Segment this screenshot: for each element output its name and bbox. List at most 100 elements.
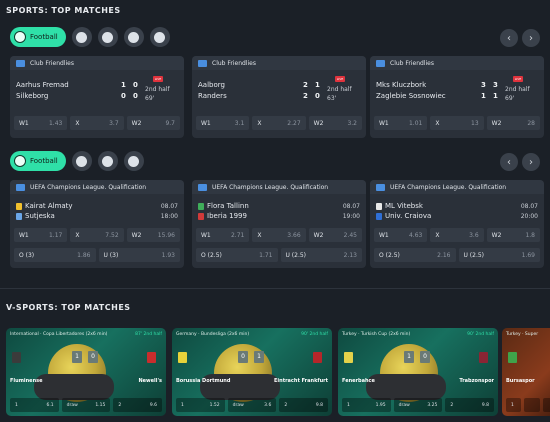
match-card[interactable]: Club Friendlies Mks Kluczbork Zaglebie Sos… bbox=[370, 56, 544, 138]
match-card[interactable]: UEFA Champions League. Qualification Flor… bbox=[192, 180, 366, 268]
vsport-odds-button[interactable]: draw 3.25 bbox=[393, 398, 443, 412]
score-home-total: 2 bbox=[303, 81, 308, 89]
vsport-odds-button[interactable]: draw 1.15 bbox=[61, 398, 111, 412]
tab-sport-3[interactable] bbox=[97, 27, 118, 47]
sport-ball-icon bbox=[128, 155, 140, 167]
totals-button[interactable]: O (3) 1.86 bbox=[14, 248, 96, 262]
tab-sport-3[interactable] bbox=[97, 151, 118, 171]
tab-sport-2[interactable] bbox=[71, 151, 92, 171]
tab-sport-4[interactable] bbox=[123, 27, 144, 47]
odds-label: 2 bbox=[450, 402, 454, 408]
odds-value: 13 bbox=[471, 119, 479, 127]
vsport-odds-button[interactable]: 2 9.6 bbox=[113, 398, 163, 412]
totals-button[interactable]: U (2.5) 2.13 bbox=[280, 248, 362, 262]
odds-button[interactable]: W2 15.96 bbox=[126, 228, 180, 242]
totals-button[interactable]: O (2.5) 2.16 bbox=[374, 248, 456, 262]
vsport-odds-button[interactable] bbox=[524, 398, 540, 412]
vsport-odds-button[interactable]: 1 1.52 bbox=[176, 398, 225, 412]
odds-button[interactable]: W1 4.63 bbox=[374, 228, 428, 242]
totals-button[interactable]: U (2.5) 1.69 bbox=[458, 248, 540, 262]
tab-sport-5[interactable] bbox=[149, 27, 170, 47]
vsport-live-status: 87' 2nd half bbox=[135, 332, 162, 337]
odds-button[interactable]: X 7.52 bbox=[70, 228, 124, 242]
score-home-half: 1 bbox=[315, 81, 320, 89]
odds-label: W2 bbox=[313, 119, 324, 127]
odds-button[interactable]: W2 2.45 bbox=[308, 228, 362, 242]
odds-button[interactable]: W2 9.7 bbox=[126, 116, 180, 130]
team-away: Zaglebie Sosnowiec bbox=[376, 92, 446, 100]
odds-label: 1 bbox=[347, 402, 350, 408]
match-card[interactable]: UEFA Champions League. Qualification Kair… bbox=[10, 180, 184, 268]
league-name: UEFA Champions League. Qualification bbox=[390, 183, 507, 191]
odds-value: 9.6 bbox=[149, 402, 158, 408]
vsport-score-away: 0 bbox=[88, 351, 98, 363]
team-shirt-icon bbox=[178, 352, 187, 363]
totals-button[interactable]: O (2.5) 1.71 bbox=[196, 248, 278, 262]
vsport-header: Germany · Bundesliga (2x6 min) 90' 2nd ha… bbox=[176, 332, 328, 337]
vsport-odds-button[interactable]: 1 1.95 bbox=[342, 398, 391, 412]
odds-button[interactable]: W2 3.2 bbox=[308, 116, 362, 130]
odds-button[interactable]: W1 1.43 bbox=[14, 116, 68, 130]
vsport-card[interactable]: Turkey · Turkish Cup (2x6 min) 90' 2nd ha… bbox=[338, 328, 498, 416]
odds-button[interactable]: X 3.66 bbox=[252, 228, 306, 242]
league-flag-icon bbox=[198, 183, 207, 191]
tab-sport-2[interactable] bbox=[71, 27, 92, 47]
card-header: UEFA Champions League. Qualification bbox=[10, 180, 184, 194]
odds-button[interactable]: W2 1.8 bbox=[486, 228, 540, 242]
sport-ball-icon bbox=[128, 31, 140, 43]
odds-value: 1.8 bbox=[525, 231, 535, 239]
prev-arrow-icon[interactable]: ‹ bbox=[500, 153, 518, 171]
prev-arrow-icon[interactable]: ‹ bbox=[500, 29, 518, 47]
tab-sport-4[interactable] bbox=[123, 151, 144, 171]
vsport-card[interactable]: Turkey · Super Bursaspor 1 bbox=[502, 328, 550, 416]
vsport-odds-button[interactable]: 2 9.8 bbox=[445, 398, 495, 412]
match-date: 08.07 bbox=[160, 203, 178, 210]
next-arrow-icon[interactable]: › bbox=[522, 29, 540, 47]
odds-button[interactable]: W1 1.17 bbox=[14, 228, 68, 242]
odds-label: W2 bbox=[313, 231, 324, 239]
odds-row: W1 1.43 X 3.7 W2 9.7 bbox=[14, 116, 180, 130]
next-arrow-icon[interactable]: › bbox=[522, 153, 540, 171]
odds-value: 1.95 bbox=[375, 402, 386, 408]
vsport-odds-button[interactable]: draw 3.6 bbox=[227, 398, 277, 412]
vsport-odds-button[interactable] bbox=[542, 398, 550, 412]
odds-button[interactable]: W1 3.1 bbox=[196, 116, 250, 130]
match-card[interactable]: Club Friendlies Aarhus Fremad Silkeborg 1 0 0… bbox=[10, 56, 184, 138]
odds-button[interactable]: W1 1.01 bbox=[374, 116, 428, 130]
tab-football[interactable]: Football bbox=[10, 27, 66, 47]
odds-row: W1 3.1 X 2.27 W2 3.2 bbox=[196, 116, 362, 130]
vsport-card[interactable]: International · Copa Libertadores (2x6 m… bbox=[6, 328, 166, 416]
totals-value: 2.13 bbox=[343, 251, 357, 259]
odds-button[interactable]: X 3.6 bbox=[430, 228, 484, 242]
odds-label: 1 bbox=[15, 402, 18, 408]
match-card[interactable]: UEFA Champions League. Qualification ML V… bbox=[370, 180, 544, 268]
vsport-odds-button[interactable]: 1 bbox=[506, 398, 522, 412]
odds-label: 1 bbox=[181, 402, 184, 408]
vsport-score-home: 1 bbox=[404, 351, 414, 363]
vsport-odds-button[interactable]: 1 6.1 bbox=[10, 398, 59, 412]
odds-button[interactable]: X 3.7 bbox=[70, 116, 124, 130]
totals-value: 1.93 bbox=[161, 251, 175, 259]
match-minute: 63' bbox=[327, 95, 337, 102]
odds-button[interactable]: X 2.27 bbox=[252, 116, 306, 130]
match-card[interactable]: Club Friendlies Aalborg Randers 2 1 2 0 LIVE 2nd… bbox=[192, 56, 366, 138]
team-home: ML Vitebsk bbox=[385, 202, 423, 210]
team-home: Flora Tallinn bbox=[207, 202, 249, 210]
team-home: Aarhus Fremad bbox=[16, 81, 69, 89]
team-home: Kairat Almaty bbox=[25, 202, 73, 210]
carousel-nav-1: ‹ › bbox=[500, 29, 540, 47]
odds-button[interactable]: W2 28 bbox=[486, 116, 540, 130]
odds-label: W2 bbox=[491, 119, 502, 127]
vsport-odds-button[interactable]: 2 9.8 bbox=[279, 398, 329, 412]
totals-button[interactable]: U (3) 1.93 bbox=[98, 248, 180, 262]
card-header: Club Friendlies bbox=[192, 56, 366, 70]
vsport-card[interactable]: Germany · Bundesliga (2x6 min) 90' 2nd ha… bbox=[172, 328, 332, 416]
tab-football[interactable]: Football bbox=[10, 151, 66, 171]
odds-button[interactable]: X 13 bbox=[430, 116, 484, 130]
team-shirt-icon bbox=[479, 352, 488, 363]
odds-button[interactable]: W1 2.71 bbox=[196, 228, 250, 242]
vsport-odds-row: 1 bbox=[506, 398, 550, 412]
match-minute: 69' bbox=[505, 95, 515, 102]
score-away-half: 1 bbox=[493, 92, 498, 100]
odds-value: 3.6 bbox=[469, 231, 479, 239]
